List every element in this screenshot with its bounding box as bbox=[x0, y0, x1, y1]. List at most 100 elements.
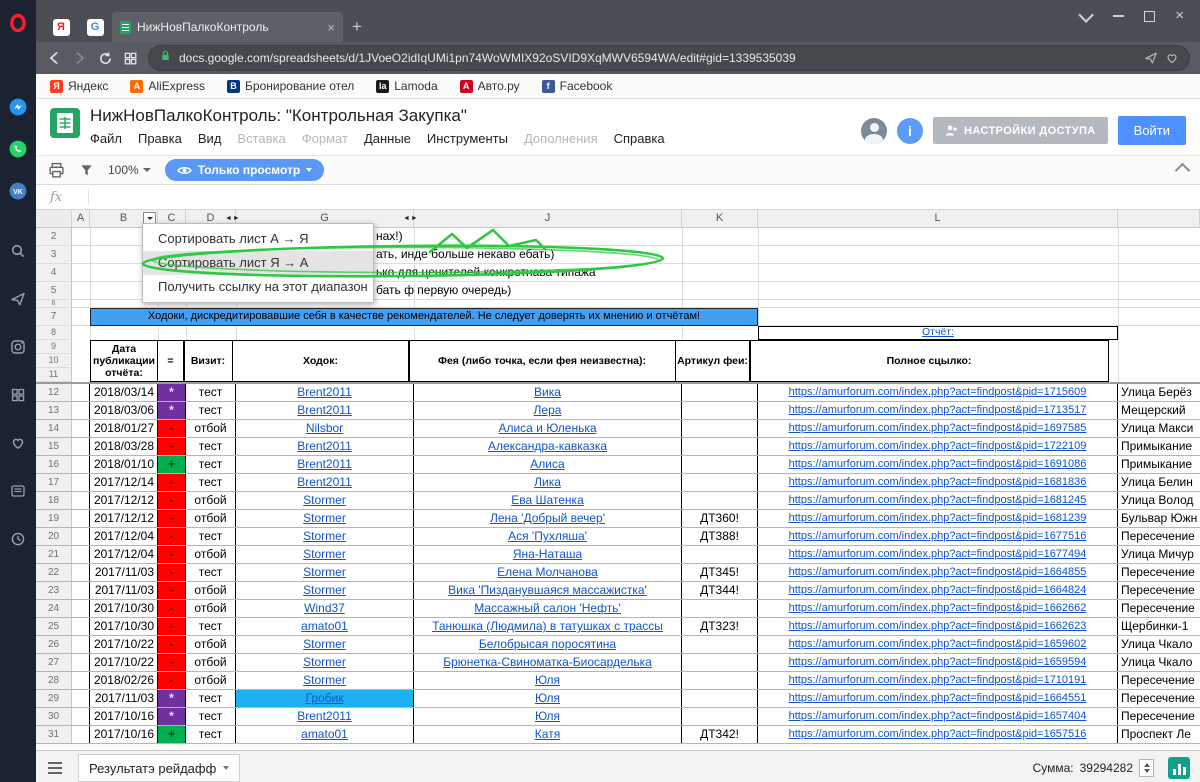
cell-article[interactable]: ДТ345! bbox=[682, 564, 758, 581]
cell-a[interactable] bbox=[72, 654, 90, 671]
fairy-link[interactable]: Ева Шатенка bbox=[511, 493, 584, 507]
row-number[interactable]: 14 bbox=[36, 420, 72, 437]
cell-article[interactable] bbox=[682, 420, 758, 437]
cell-visit-type[interactable]: тест bbox=[186, 438, 236, 455]
cell-fairy[interactable]: Александра-кавказка bbox=[414, 438, 682, 455]
cell-walker[interactable]: Stormer bbox=[236, 582, 414, 599]
cell-report-url[interactable]: https://amurforum.com/index.php?act=find… bbox=[758, 384, 1118, 401]
cell-report-date[interactable]: 2017/10/30 bbox=[90, 600, 158, 617]
cell-a[interactable] bbox=[72, 672, 90, 689]
cell-walker[interactable]: Brent2011 bbox=[236, 456, 414, 473]
cell-status-mark[interactable]: - bbox=[158, 582, 186, 599]
menubar-item[interactable]: Вставка bbox=[229, 129, 293, 149]
cell-visit-type[interactable]: отбой bbox=[186, 546, 236, 563]
report-url-link[interactable]: https://amurforum.com/index.php?act=find… bbox=[789, 638, 1087, 650]
row-number[interactable]: 30 bbox=[36, 708, 72, 725]
cell-walker[interactable]: amato01 bbox=[236, 726, 414, 743]
context-menu-item[interactable]: Сортировать лист Я → А bbox=[143, 251, 373, 275]
report-url-link[interactable]: https://amurforum.com/index.php?act=find… bbox=[789, 404, 1087, 416]
cell-address[interactable]: Пересечение bbox=[1118, 528, 1200, 545]
cell-walker[interactable]: Brent2011 bbox=[236, 402, 414, 419]
sum-spinner-icon[interactable] bbox=[1139, 759, 1154, 777]
cell-article[interactable] bbox=[682, 546, 758, 563]
cell-a[interactable] bbox=[72, 546, 90, 563]
report-url-link[interactable]: https://amurforum.com/index.php?act=find… bbox=[789, 440, 1087, 452]
cell-article[interactable] bbox=[682, 384, 758, 401]
cell-a[interactable] bbox=[72, 402, 90, 419]
cell-report-date[interactable]: 2018/03/14 bbox=[90, 384, 158, 401]
cell-report-url[interactable]: https://amurforum.com/index.php?act=find… bbox=[758, 564, 1118, 581]
cell-article[interactable] bbox=[682, 672, 758, 689]
cell-status-mark[interactable]: + bbox=[158, 726, 186, 743]
walker-link[interactable]: Stormer bbox=[303, 493, 346, 507]
column-header-l[interactable]: L bbox=[758, 210, 1118, 227]
header-visit[interactable]: Визит: bbox=[183, 340, 233, 382]
cell-fairy[interactable]: Алиса и Юленька bbox=[414, 420, 682, 437]
report-url-link[interactable]: https://amurforum.com/index.php?act=find… bbox=[789, 602, 1087, 614]
cell-report-date[interactable]: 2018/03/28 bbox=[90, 438, 158, 455]
cell-address[interactable]: Улица Чкало bbox=[1118, 636, 1200, 653]
report-url-link[interactable]: https://amurforum.com/index.php?act=find… bbox=[789, 566, 1087, 578]
cell-fairy[interactable]: Танюшка (Людмила) в татушках с трассы bbox=[414, 618, 682, 635]
cell-status-mark[interactable]: * bbox=[158, 708, 186, 725]
cell-visit-type[interactable]: отбой bbox=[186, 582, 236, 599]
fairy-link[interactable]: Яна-Наташа bbox=[513, 547, 582, 561]
report-url-link[interactable]: https://amurforum.com/index.php?act=find… bbox=[789, 710, 1087, 722]
header-date[interactable]: Дата публикации отчёта: bbox=[90, 340, 158, 382]
cell-fairy[interactable]: Елена Молчанова bbox=[414, 564, 682, 581]
cell-walker[interactable]: Stormer bbox=[236, 672, 414, 689]
cell-status-mark[interactable]: - bbox=[158, 492, 186, 509]
fairy-link[interactable]: Лена 'Добрый вечер' bbox=[490, 511, 605, 525]
menubar-item[interactable]: Данные bbox=[356, 129, 419, 149]
cell-status-mark[interactable]: - bbox=[158, 546, 186, 563]
walker-link[interactable]: Brent2011 bbox=[297, 439, 352, 453]
hidden-columns-icon[interactable]: ◄► bbox=[403, 214, 419, 223]
cell-report-url[interactable]: https://amurforum.com/index.php?act=find… bbox=[758, 492, 1118, 509]
fairy-link[interactable]: Юля bbox=[535, 709, 560, 723]
cell-report-url[interactable]: https://amurforum.com/index.php?act=find… bbox=[758, 636, 1118, 653]
cell-report-url[interactable]: https://amurforum.com/index.php?act=find… bbox=[758, 456, 1118, 473]
report-url-link[interactable]: https://amurforum.com/index.php?act=find… bbox=[789, 386, 1087, 398]
cell-article[interactable]: ДТ388! bbox=[682, 528, 758, 545]
cell-report-date[interactable]: 2018/01/10 bbox=[90, 456, 158, 473]
menubar-item[interactable]: Справка bbox=[606, 129, 673, 149]
speed-dial-button-icon[interactable] bbox=[123, 51, 138, 66]
cell-report-date[interactable]: 2017/10/22 bbox=[90, 636, 158, 653]
header-link[interactable]: Полное сцылко: bbox=[749, 340, 1109, 382]
cell-fairy[interactable]: Катя bbox=[414, 726, 682, 743]
cell-status-mark[interactable]: - bbox=[158, 420, 186, 437]
walker-link[interactable]: Stormer bbox=[303, 673, 346, 687]
cell-fairy[interactable]: Белобрысая поросятина bbox=[414, 636, 682, 653]
report-url-link[interactable]: https://amurforum.com/index.php?act=find… bbox=[789, 656, 1087, 668]
report-url-link[interactable]: https://amurforum.com/index.php?act=find… bbox=[789, 584, 1087, 596]
cell-visit-type[interactable]: тест bbox=[186, 564, 236, 581]
report-link[interactable]: Отчёт: bbox=[922, 326, 954, 338]
cell-fairy[interactable]: Юля bbox=[414, 708, 682, 725]
cell-status-mark[interactable]: - bbox=[158, 528, 186, 545]
cell-visit-type[interactable]: тест bbox=[186, 456, 236, 473]
cell-report-url[interactable]: https://amurforum.com/index.php?act=find… bbox=[758, 618, 1118, 635]
row-number[interactable]: 19 bbox=[36, 510, 72, 527]
row-number[interactable]: 4 bbox=[36, 264, 72, 282]
cell-walker[interactable]: Brent2011 bbox=[236, 384, 414, 401]
cell-walker[interactable]: amato01 bbox=[236, 618, 414, 635]
row-number[interactable]: 8 bbox=[36, 326, 72, 340]
cell-report-date[interactable]: 2018/02/26 bbox=[90, 672, 158, 689]
cell-address[interactable]: Улица Мичур bbox=[1118, 546, 1200, 563]
cell-report-date[interactable]: 2017/10/22 bbox=[90, 654, 158, 671]
cell-address[interactable]: Пересечение bbox=[1118, 672, 1200, 689]
cell-fairy[interactable]: Массажный салон 'Нефть' bbox=[414, 600, 682, 617]
report-url-link[interactable]: https://amurforum.com/index.php?act=find… bbox=[789, 494, 1087, 506]
url-field[interactable]: docs.google.com/spreadsheets/d/1JVoeO2id… bbox=[148, 45, 1190, 71]
row-number[interactable]: 6 bbox=[36, 300, 72, 308]
cell-report-url[interactable]: https://amurforum.com/index.php?act=find… bbox=[758, 672, 1118, 689]
instagram-icon[interactable] bbox=[0, 330, 36, 364]
cell-fairy[interactable]: Алиса bbox=[414, 456, 682, 473]
cell-article[interactable] bbox=[682, 456, 758, 473]
explore-button[interactable] bbox=[1168, 757, 1190, 779]
fairy-link[interactable]: Алиса и Юленька bbox=[498, 421, 596, 435]
zoom-select[interactable]: 100% bbox=[108, 163, 151, 177]
cell-walker[interactable]: Stormer bbox=[236, 510, 414, 527]
cell-article[interactable]: ДТ323! bbox=[682, 618, 758, 635]
cell-report-url[interactable]: https://amurforum.com/index.php?act=find… bbox=[758, 474, 1118, 491]
